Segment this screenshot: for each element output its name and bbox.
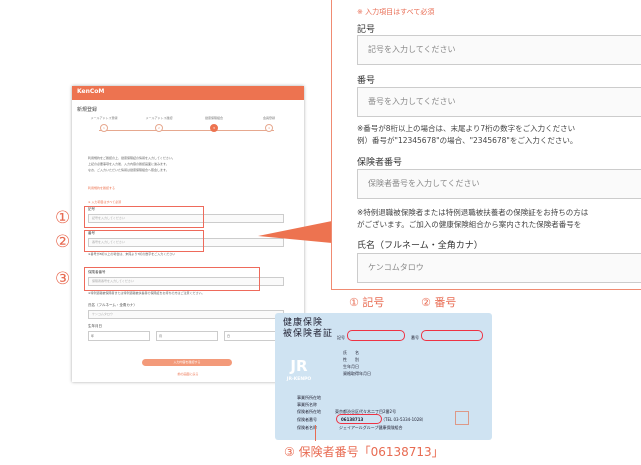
card-office-name: 事業所名称 xyxy=(297,402,317,407)
card-qualified-field: 資格取得年月日 xyxy=(343,371,371,376)
card-sex-field: 性 別 xyxy=(343,357,359,362)
arrow-shape xyxy=(258,221,332,243)
marker-1: ① xyxy=(55,208,71,228)
card-number-highlight xyxy=(421,330,483,341)
highlight-number xyxy=(84,230,204,252)
name-label: 氏名（フルネーム・全角カナ） xyxy=(357,241,483,251)
marker-2: ② xyxy=(55,232,71,252)
card-insurer-number-label: 保険者番号 xyxy=(297,417,317,422)
logo-kenpo-text: JR-KENPO xyxy=(286,376,312,382)
zoomed-form-panel: ※ 入力項目はすべて必須 記号 記号を入力してください 番号 番号を入力してくだ… xyxy=(331,0,641,290)
card-symbol-field: 記号 xyxy=(337,335,345,340)
intro-line: 上記の必要事項を入力後、入力内容の確認画面に進みます。 xyxy=(88,162,169,166)
birthdate-label: 生年月日 xyxy=(88,324,102,328)
step-2: メールアドレス確認 2 xyxy=(139,116,179,132)
card-title-line-2: 被保険者証 xyxy=(283,329,334,339)
step-4: 会員登録 4 xyxy=(249,116,289,132)
intro-line: 利用規約をご確認の上、健康保険証の情報を入力してください。 xyxy=(88,156,175,160)
insurer-note-1: ※特例退職被保険者または特例退職被扶養者の保険証をお持ちの方は xyxy=(357,208,589,217)
zoom-arrow xyxy=(258,221,332,243)
step-dot: 2 xyxy=(155,124,163,132)
step-3: 健康保険組合 3 xyxy=(194,116,234,132)
highlight-symbol xyxy=(84,206,204,228)
step-dot: 1 xyxy=(100,124,108,132)
card-insurer-name: ジェイアールグループ健康保険組合 xyxy=(339,425,403,430)
step-label: 健康保険組合 xyxy=(204,116,223,120)
marker-3: ③ xyxy=(55,269,71,289)
step-label: 会員登録 xyxy=(262,116,275,120)
insurer-note: ※特例退職被保険者または特例退職被扶養者の保険証をお持ちの方はご注意ください。 xyxy=(88,291,205,295)
year-select[interactable]: 年 xyxy=(88,331,150,341)
number-note-1: ※番号が8桁以上の場合は、末尾より7桁の数字をご入力ください xyxy=(357,124,576,133)
number-note: ※番号が8桁以上の場合は、末尾より7桁の数字をご入力ください xyxy=(88,252,176,256)
step-dot: 4 xyxy=(265,124,273,132)
birthdate-selects: 年 月 日 xyxy=(88,331,288,341)
step-1: メールアドレス登録 1 xyxy=(84,116,124,132)
confirm-button[interactable]: 入力内容を確認する xyxy=(142,359,232,366)
insurer-number-caption: ③ 保険者番号「06138713」 xyxy=(284,445,444,459)
jr-kenpo-logo: JR JR-KENPO xyxy=(285,353,313,383)
step-label: メールアドレス確認 xyxy=(145,116,173,120)
card-insurer-address-label: 保険者所在地 xyxy=(297,409,321,414)
card-number-field: 番号 xyxy=(411,335,419,340)
card-birth-field: 生年月日 xyxy=(343,364,359,369)
card-insurer-tel: （TEL 03-5334-1028） xyxy=(381,417,426,422)
month-select[interactable]: 月 xyxy=(156,331,218,341)
intro-line: なお、ご入力いただいた情報は健康保険組合へ照会します。 xyxy=(88,168,169,172)
insurer-note-2: がございます。ご加入の健康保険組合から案内された保険者番号を xyxy=(357,220,582,229)
name-input[interactable]: ケンコムタロウ xyxy=(88,310,284,319)
seal-stamp xyxy=(455,411,469,425)
highlight-insurer-number xyxy=(84,267,260,291)
health-insurance-card: 健康保険 被保険者証 記号 番号 JR JR-KENPO 氏 名 性 別 生年月… xyxy=(275,313,492,440)
symbol-label: 記号 xyxy=(357,25,376,35)
number-label: 番号 xyxy=(357,76,376,86)
name-label: 氏名（フルネーム・全角カナ） xyxy=(88,303,137,307)
card-insurer-number-highlight xyxy=(336,414,382,424)
card-office-address: 事業所所在地 xyxy=(297,395,321,400)
back-link[interactable]: 前の画面に戻る xyxy=(72,372,304,376)
header-bar: KenCoM xyxy=(72,86,304,100)
terms-link[interactable]: 利用規約を確認する xyxy=(88,186,115,190)
step-label: メールアドレス登録 xyxy=(90,116,118,120)
number-note-2: 例）番号が"12345678"の場合、"2345678"をご入力ください。 xyxy=(357,136,578,145)
card-insurer-name-label: 保険者名称 xyxy=(297,425,317,430)
name-input[interactable]: ケンコムタロウ xyxy=(357,253,641,283)
insurer-number-input[interactable]: 保険者番号を入力してください xyxy=(357,169,641,199)
intro-text: 利用規約をご確認の上、健康保険証の情報を入力してください。 上記の必要事項を入力… xyxy=(88,156,288,193)
kencom-logo: KenCoM xyxy=(77,88,105,95)
number-input[interactable]: 番号を入力してください xyxy=(357,87,641,117)
card-symbol-highlight xyxy=(347,330,405,341)
symbol-input[interactable]: 記号を入力してください xyxy=(357,35,641,65)
card-label-number: ② 番号 xyxy=(421,296,457,309)
card-title-line-1: 健康保険 xyxy=(283,318,324,328)
caption-pointer xyxy=(315,425,316,441)
step-connector xyxy=(99,130,274,131)
card-label-symbol: ① 記号 xyxy=(349,296,385,309)
insurer-number-label: 保険者番号 xyxy=(357,158,403,168)
progress-steps: メールアドレス登録 1 メールアドレス確認 2 健康保険組合 3 会員登録 4 xyxy=(84,116,289,140)
required-note: ※ 入力項目はすべて必須 xyxy=(357,8,435,16)
required-note: ※ 入力項目はすべて必須 xyxy=(88,200,122,204)
logo-jr-text: JR xyxy=(289,357,308,375)
card-name-field: 氏 名 xyxy=(343,350,359,355)
card-title: 健康保険 被保険者証 xyxy=(283,318,333,340)
step-dot-active: 3 xyxy=(210,124,218,132)
page-title: 新規登録 xyxy=(77,107,98,113)
